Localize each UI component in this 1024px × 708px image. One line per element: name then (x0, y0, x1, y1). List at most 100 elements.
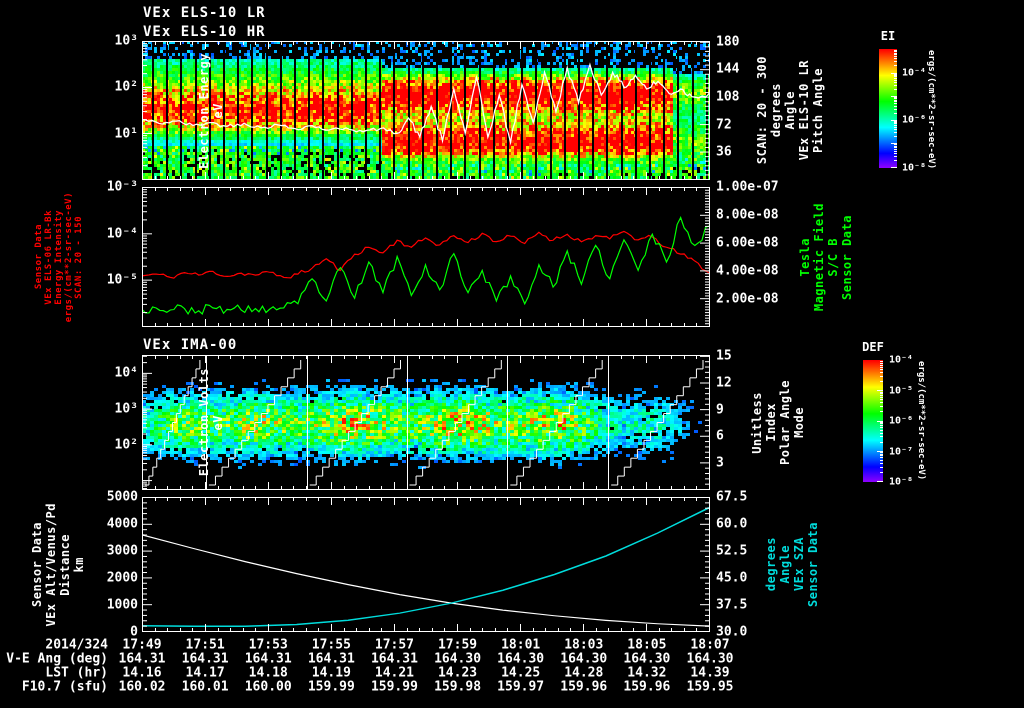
axis-label: Polar Angle (778, 380, 792, 465)
table-row-label: F10.7 (sfu) (21, 679, 108, 695)
panel4-y-axis-label: Sensor Data VEx Alt/Venus/Pd Distance km (30, 497, 86, 632)
axis-label: VEx Alt/Venus/Pd (44, 502, 58, 627)
axis-label: Sensor Data (30, 522, 44, 607)
ima-spectrogram-canvas (142, 355, 710, 490)
tick-label: 10⁻⁶ (889, 415, 914, 427)
panel2-y-axis-label: Sensor Data VEx ELS-06 LR-Bk Energy Inte… (34, 187, 84, 327)
tick-label: 10⁻⁵ (106, 272, 138, 288)
def-colorbar (863, 360, 883, 482)
axis-label: SCAN: 20 - 150 (74, 215, 84, 299)
table-value: 164.30 (434, 651, 482, 667)
axis-label: eV (211, 414, 225, 431)
time-label: 17:51 (185, 637, 225, 653)
tick-label: 10³ (114, 401, 138, 417)
table-value: 14.19 (311, 665, 351, 681)
tick-label: 2.00e-08 (716, 291, 779, 307)
axis-label: SCAN: 20 - 300 (755, 56, 769, 165)
table-value: 14.23 (437, 665, 478, 681)
axis-label: degrees (764, 537, 778, 592)
table-value: 164.30 (623, 651, 671, 667)
table-value: 164.31 (307, 651, 355, 667)
tick-label: 6.00e-08 (716, 235, 779, 251)
tick-label: 36 (716, 144, 732, 160)
tick-label: 3000 (106, 543, 138, 559)
units-label: ergs/(cm**2-sr-sec-eV) (926, 50, 936, 170)
table-value: 14.21 (374, 665, 415, 681)
table-value: 164.31 (370, 651, 418, 667)
tick-label: 10⁻³ (106, 179, 138, 195)
axis-label: Unitless (750, 391, 764, 454)
axis-label: VEx ELS-10 LR (797, 60, 811, 161)
table-value: 159.96 (560, 679, 608, 695)
axis-label: Electron Energy (197, 52, 211, 169)
table-value: 14.39 (690, 665, 730, 681)
ei-colorbar-units: ergs/(cm**2-sr-sec-eV) (926, 45, 936, 175)
axis-label: Sensor Data (806, 522, 820, 607)
time-label: 17:53 (248, 637, 288, 653)
table-value: 164.30 (497, 651, 545, 667)
table-value: 160.00 (244, 679, 292, 695)
axis-label: km (72, 556, 86, 573)
axis-label: ergs/(cm**2-sr-sec-eV) (64, 191, 74, 323)
panel1-title-line2: VEx ELS-10 HR (143, 24, 266, 40)
tick-label: 10² (114, 79, 138, 95)
panel1-y-axis-label: Electron Energy eV (197, 41, 225, 180)
tick-label: 1000 (106, 597, 138, 613)
axis-label: S/C B (826, 237, 840, 277)
table-value: 164.31 (181, 651, 229, 667)
tick-label: 37.5 (716, 597, 748, 613)
time-label: 17:55 (311, 637, 351, 653)
axis-label: Tesla (798, 237, 812, 277)
table-value: 160.02 (118, 679, 166, 695)
axis-label: Distance (58, 533, 72, 596)
table-value: 164.30 (686, 651, 734, 667)
table-value: 164.31 (118, 651, 166, 667)
time-label: 18:07 (690, 637, 730, 653)
table-value: 159.98 (434, 679, 482, 695)
tick-label: 10⁻⁷ (889, 446, 914, 457)
tick-label: 6 (716, 428, 724, 444)
tick-label: 108 (716, 89, 740, 105)
ei-colorbar-title: EI (880, 29, 896, 43)
els-spectrogram-canvas (142, 41, 710, 180)
axis-label: Sensor Data (34, 224, 44, 290)
axis-label: Angle (783, 91, 797, 130)
table-value: 14.25 (501, 665, 541, 681)
table-value: 159.99 (370, 679, 418, 695)
tick-label: 8.00e-08 (716, 207, 779, 223)
time-label: 17:57 (374, 637, 415, 653)
table-value: 159.95 (686, 679, 734, 695)
table-value: 159.96 (623, 679, 671, 695)
axis-label: VEx SZA (792, 537, 806, 592)
axis-label: Magnetic Field (812, 202, 826, 312)
axis-label: Mode (792, 407, 806, 438)
tick-label: 10³ (114, 33, 138, 49)
tick-label: 4.00e-08 (716, 263, 779, 279)
axis-label: degrees (769, 83, 783, 138)
time-label: 18:01 (501, 637, 541, 653)
tick-label: 52.5 (716, 543, 748, 559)
axis-label: Energy Intensity (54, 209, 64, 305)
intensity-bfield-canvas (142, 187, 710, 327)
panel1-title-line1: VEx ELS-10 LR (143, 5, 266, 21)
axis-label: Pitch Angle (811, 68, 825, 153)
def-colorbar-units: ergs/(cm**2-sr-sec-eV) (916, 356, 926, 486)
axis-label: VEx ELS-06 LR-Bk (44, 209, 54, 305)
table-value: 14.16 (122, 665, 162, 681)
panel3-y-axis-label: Electron Volts eV (197, 355, 225, 490)
panel1-right-axis-label: SCAN: 20 - 300 degrees Angle VEx ELS-10 … (755, 41, 825, 180)
axis-label: Sensor Data (840, 214, 854, 300)
tick-label: 67.5 (716, 489, 748, 505)
panel3-title: VEx IMA-00 (143, 337, 238, 353)
axis-label: Index (764, 403, 778, 442)
tick-label: 72 (716, 117, 732, 133)
tick-label: 10⁻⁵ (889, 385, 914, 396)
tick-label: 15 (716, 348, 732, 364)
panel4-right-axis-label: degrees Angle VEx SZA Sensor Data (764, 497, 820, 632)
tick-label: 3 (716, 455, 724, 471)
units-label: ergs/(cm**2-sr-sec-eV) (916, 361, 926, 481)
tick-label: 10⁻⁴ (889, 354, 914, 366)
panel3-right-axis-label: Unitless Index Polar Angle Mode (750, 355, 806, 490)
table-value: 14.32 (627, 665, 667, 681)
table-value: 14.17 (185, 665, 225, 681)
